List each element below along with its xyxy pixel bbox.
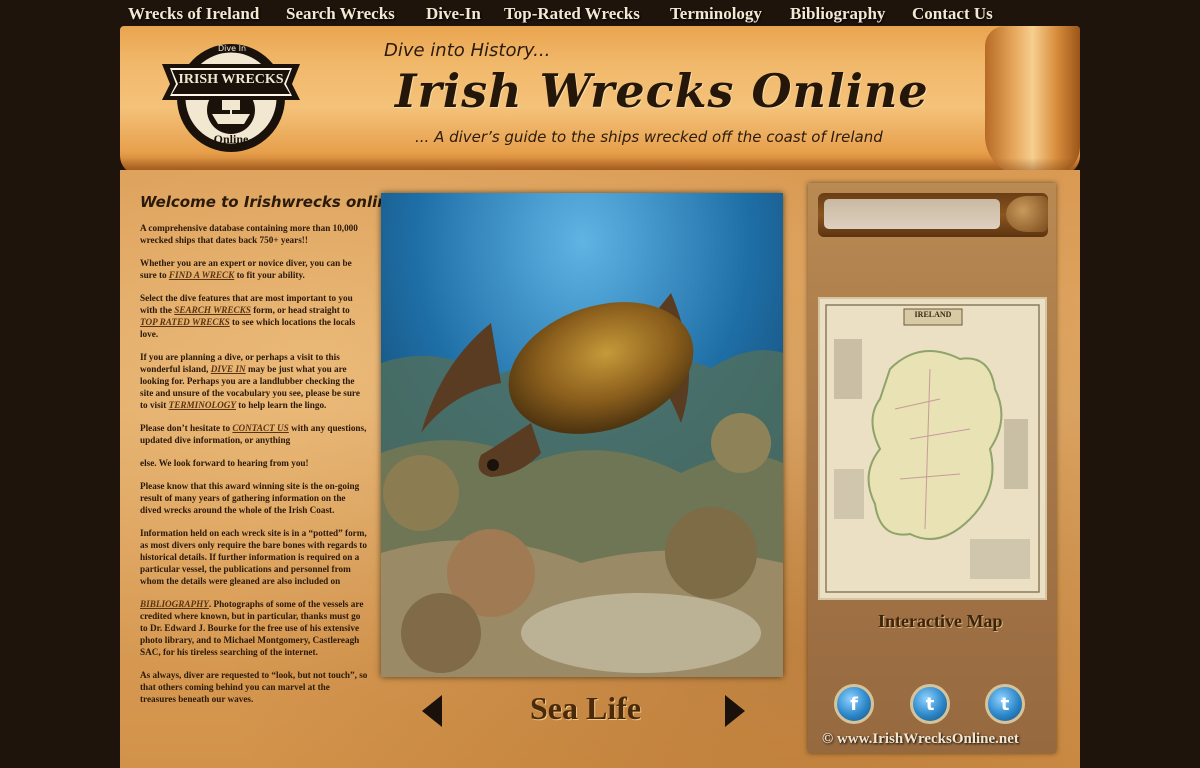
interactive-map-link[interactable]: Interactive Map	[878, 611, 1002, 632]
tagline: Dive into History...	[384, 40, 551, 61]
ireland-map-icon	[825, 304, 1040, 593]
site-subtitle: ... A diver’s guide to the ships wrecked…	[415, 128, 883, 146]
interactive-map-image[interactable]: IRELAND	[818, 297, 1047, 600]
top-rated-wrecks-link[interactable]: TOP RATED WRECKS	[140, 317, 230, 327]
nav-item-contact-us[interactable]: Contact Us	[912, 4, 993, 26]
dive-in-link[interactable]: DIVE IN	[211, 364, 246, 374]
contact-us-link[interactable]: CONTACT US	[232, 423, 288, 433]
twitter-icon[interactable]: t	[985, 684, 1025, 724]
logo-bottom-text: Online	[213, 132, 249, 146]
welcome-paragraph: Please know that this award winning site…	[140, 481, 360, 515]
slideshow-photo[interactable]	[381, 193, 783, 677]
twitter-icon[interactable]: t	[910, 684, 950, 724]
twitter-glyph: t	[925, 693, 935, 715]
welcome-paragraph: A comprehensive database containing more…	[140, 223, 358, 245]
site-logo[interactable]: Dive In IRISH WRECKS Online	[156, 40, 306, 152]
terminology-link[interactable]: TERMINOLOGY	[169, 400, 236, 410]
nav-item-search-wrecks[interactable]: Search Wrecks	[286, 4, 395, 26]
find-a-wreck-link[interactable]: FIND A WRECK	[169, 270, 234, 280]
welcome-paragraph: Please don’t hesitate to CONTACT US with…	[140, 422, 368, 446]
welcome-paragraph: As always, diver are requested to “look,…	[140, 670, 368, 704]
text-segment: to fit your ability.	[234, 270, 305, 280]
welcome-paragraph: Select the dive features that are most i…	[140, 292, 368, 340]
nav-item-top-rated-wrecks[interactable]: Top-Rated Wrecks	[504, 4, 640, 26]
nav-item-terminology[interactable]: Terminology	[670, 4, 762, 26]
scroll-roll-decoration	[985, 26, 1080, 176]
search-input[interactable]	[824, 199, 1000, 229]
facebook-icon[interactable]: f	[834, 684, 874, 724]
nav-item-wrecks-of-ireland[interactable]: Wrecks of Ireland	[128, 4, 259, 26]
twitter-glyph: t	[1000, 693, 1010, 715]
text-segment: Please don’t hesitate to	[140, 423, 233, 433]
nav-item-dive-in[interactable]: Dive-In	[426, 4, 481, 26]
nav-item-bibliography[interactable]: Bibliography	[790, 4, 885, 26]
bibliography-link[interactable]: BIBLIOGRAPHY	[140, 599, 209, 609]
welcome-text: A comprehensive database containing more…	[140, 222, 368, 716]
logo-name-text: IRISH WRECKS	[178, 72, 284, 87]
next-slide-arrow-icon[interactable]	[723, 693, 747, 729]
site-title: Irish Wrecks Online	[395, 64, 929, 118]
copyright-notice: © www.IrishWrecksOnline.net	[822, 731, 1019, 747]
previous-slide-arrow-icon[interactable]	[420, 693, 444, 729]
welcome-heading: Welcome to Irishwrecks online,	[140, 193, 404, 211]
welcome-paragraph: Whether you are an expert or novice dive…	[140, 257, 368, 281]
search-wrecks-link[interactable]: SEARCH WRECKS	[174, 305, 251, 315]
welcome-paragraph: If you are planning a dive, or perhaps a…	[140, 351, 368, 411]
text-segment: to help learn the lingo.	[235, 400, 327, 410]
search-button[interactable]	[1006, 196, 1048, 232]
header-banner: Dive In IRISH WRECKS Online Dive into Hi…	[120, 26, 1080, 176]
map-title: IRELAND	[914, 310, 952, 319]
logo-top-text: Dive In	[218, 44, 247, 53]
welcome-paragraph: else. We look forward to hearing from yo…	[140, 458, 309, 468]
facebook-glyph: f	[850, 693, 858, 715]
welcome-paragraph: BIBLIOGRAPHY. Photographs of some of the…	[140, 598, 368, 658]
text-segment: form, or head straight to	[250, 305, 350, 315]
welcome-paragraph: Information held on each wreck site is i…	[140, 528, 367, 586]
slideshow-caption: Sea Life	[530, 690, 642, 726]
sea-turtle-photo-illustration	[381, 193, 783, 677]
